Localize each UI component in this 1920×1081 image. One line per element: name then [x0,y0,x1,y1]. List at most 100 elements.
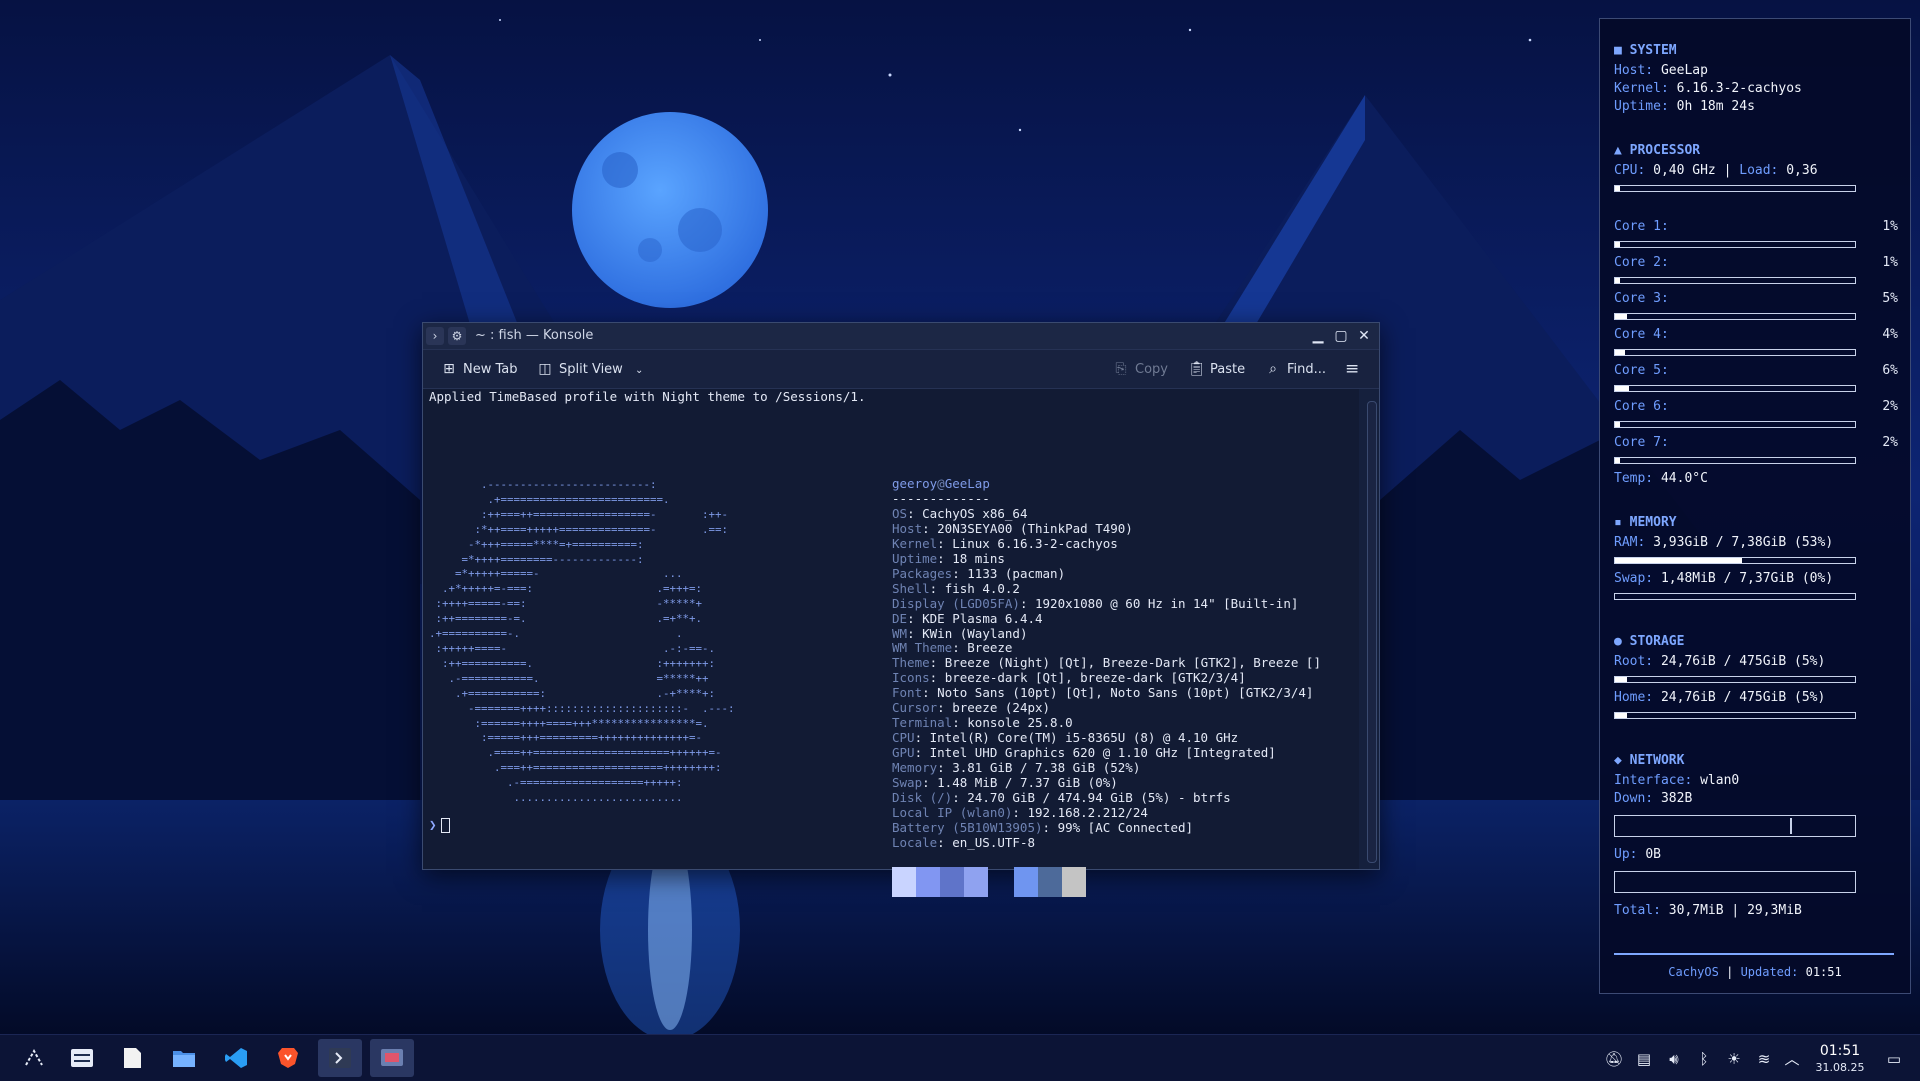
brave-browser-icon [278,1048,298,1068]
palette-swatch [916,867,940,897]
info-row: Font: Noto Sans (10pt) [Qt], Noto Sans (… [892,685,1314,701]
core-percent: 1% [1882,255,1898,270]
window-title: ~ : fish — Konsole [475,328,594,343]
system-heading: ■ SYSTEM [1614,43,1677,58]
file-manager-app[interactable] [162,1039,206,1077]
expand-tray-icon[interactable]: ︿ [1782,1049,1802,1069]
ram-line: RAM: 3,93GiB / 7,38GiB (53%) [1614,535,1834,550]
core-percent: 2% [1882,399,1898,414]
ascii-line: .====++=====================++++++=- [429,746,722,760]
ascii-line: =*++++========-------------: [429,552,644,566]
info-row: Disk (/): 24.70 GiB / 474.94 GiB (5%) - … [892,790,1231,806]
vscode-app[interactable] [214,1039,258,1077]
terminal-area[interactable]: Applied TimeBased profile with Night the… [423,389,1359,897]
ascii-line: :=====+++=========++++++++++++++=- [429,731,703,745]
new-tab-button[interactable]: ⊞ New Tab [441,359,517,379]
core-usage-bar [1614,457,1856,464]
upload-graph [1614,871,1856,893]
core-percent: 4% [1882,327,1898,342]
split-view-button[interactable]: ◫ Split View ⌄ [537,359,643,379]
brave-browser-app[interactable] [266,1039,310,1077]
wifi-icon[interactable]: ≋ [1754,1049,1774,1069]
application-launcher-icon [25,1048,43,1066]
swap-usage-bar [1614,593,1856,600]
show-desktop-icon[interactable]: ▭ [1884,1049,1904,1069]
info-row: Cursor: breeze (24px) [892,700,1051,716]
total-line: Total: 30,7MiB | 29,3MiB [1614,903,1802,918]
storage-heading: ● STORAGE [1614,634,1685,649]
up-line: Up: 0B [1614,847,1661,862]
status-line: Applied TimeBased profile with Night the… [429,389,866,404]
text-editor-app[interactable] [110,1039,154,1077]
clock-time[interactable]: 01:51 [1817,1043,1863,1059]
cachyos-ascii-logo: .-------------------------: .+==========… [429,478,735,806]
core-label: Core 6: [1614,399,1669,414]
konsole-icon [329,1048,351,1068]
ascii-line: :+++++====- .-:-==-. [429,641,716,655]
home-usage-bar [1614,712,1856,719]
system-settings-app[interactable] [60,1039,104,1077]
ascii-line: :++===++==================- :++- [429,507,729,521]
copy-button[interactable]: ⎘ Copy [1113,359,1168,379]
file-manager-icon [173,1051,195,1067]
square-icon: ■ [1614,43,1622,58]
search-icon: ⌕ [1269,361,1277,377]
download-graph-spike [1790,818,1792,834]
memory-heading: ▪ MEMORY [1614,515,1677,530]
network-heading: ◆ NETWORK [1614,753,1685,768]
window-titlebar[interactable]: › ⚙ ~ : fish — Konsole ▁ ▢ ✕ [423,323,1379,350]
info-row: Terminal: konsole 25.8.0 [892,715,1073,731]
ascii-line: :++++=====-==: -*****+ [429,597,703,611]
terminal-cursor [441,818,450,833]
brightness-icon[interactable]: ☀ [1724,1049,1744,1069]
ram-usage-bar [1614,557,1856,564]
clock-date[interactable]: 31.08.25 [1812,1061,1868,1074]
ascii-line: -*+++=====****=+==========: [429,537,644,551]
terminal-scrollbar[interactable] [1367,401,1377,863]
find-button[interactable]: ⌕ Find... [1265,359,1326,379]
application-launcher[interactable] [12,1039,56,1077]
konsole-window[interactable]: › ⚙ ~ : fish — Konsole ▁ ▢ ✕ ⊞ New Tab ◫ S… [422,322,1380,897]
text-editor-icon [124,1048,141,1068]
paste-button[interactable]: 📋︎ Paste [1188,359,1245,379]
copy-icon: ⎘ [1115,361,1127,377]
info-row: Kernel: Linux 6.16.3-2-cachyos [892,535,1118,551]
ascii-line: :*++====+++++==============- .==: [429,522,729,536]
processor-heading: ▲ PROCESSOR [1614,143,1701,158]
konsole-task[interactable] [318,1039,362,1077]
info-row: Swap: 1.48 MiB / 7.37 GiB (0%) [892,775,1118,791]
info-row: DE: KDE Plasma 6.4.4 [892,610,1043,626]
info-row: Uptime: 18 mins [892,550,1005,566]
core-label: Core 2: [1614,255,1669,270]
taskbar: 🔕︎ ▤ 🔊︎ ᛒ ☀ ≋ ︿ 01:51 31.08.25 ▭ [0,1034,1920,1081]
palette-swatch [1038,867,1062,897]
close-button[interactable]: ✕ [1355,327,1373,345]
info-row: CPU: Intel(R) Core(TM) i5-8365U (8) @ 4.… [892,730,1239,746]
new-tab-icon: ⊞ [443,361,455,377]
paste-icon: 📋︎ [1188,361,1206,377]
system-settings-icon [71,1049,93,1067]
notifications-muted-icon[interactable]: 🔕︎ [1604,1049,1624,1069]
prompt-symbol: ❯ [429,817,437,832]
home-line: Home: 24,76iB / 475GiB (5%) [1614,690,1826,705]
volume-icon[interactable]: 🔊︎ [1664,1049,1684,1069]
hamburger-menu-icon[interactable]: ≡ [1345,359,1359,379]
bluetooth-icon[interactable]: ᛒ [1694,1049,1714,1069]
swap-line: Swap: 1,48MiB / 7,37GiB (0%) [1614,571,1834,586]
host-line: Host: GeeLap [1614,63,1708,78]
ascii-line: =*+++++=====- ... [429,567,683,581]
minimize-button[interactable]: ▁ [1309,327,1327,345]
ascii-line: :++==========. :+++++++: [429,656,716,670]
ascii-line: .-------------------------: [429,478,657,491]
info-row: OS: CachyOS x86_64 [892,505,1028,521]
screenshot-tool-task[interactable] [370,1039,414,1077]
info-row: Battery (5B10W13905): 99% [AC Connected] [892,819,1194,835]
palette-swatch [1014,867,1038,897]
chevron-down-icon[interactable]: ⌄ [635,365,643,376]
core-percent: 5% [1882,291,1898,306]
maximize-button[interactable]: ▢ [1332,327,1350,345]
core-label: Core 4: [1614,327,1669,342]
info-row: WM Theme: Breeze [892,640,1013,656]
kernel-line: Kernel: 6.16.3-2-cachyos [1614,81,1802,96]
clipboard-icon[interactable]: ▤ [1634,1049,1654,1069]
